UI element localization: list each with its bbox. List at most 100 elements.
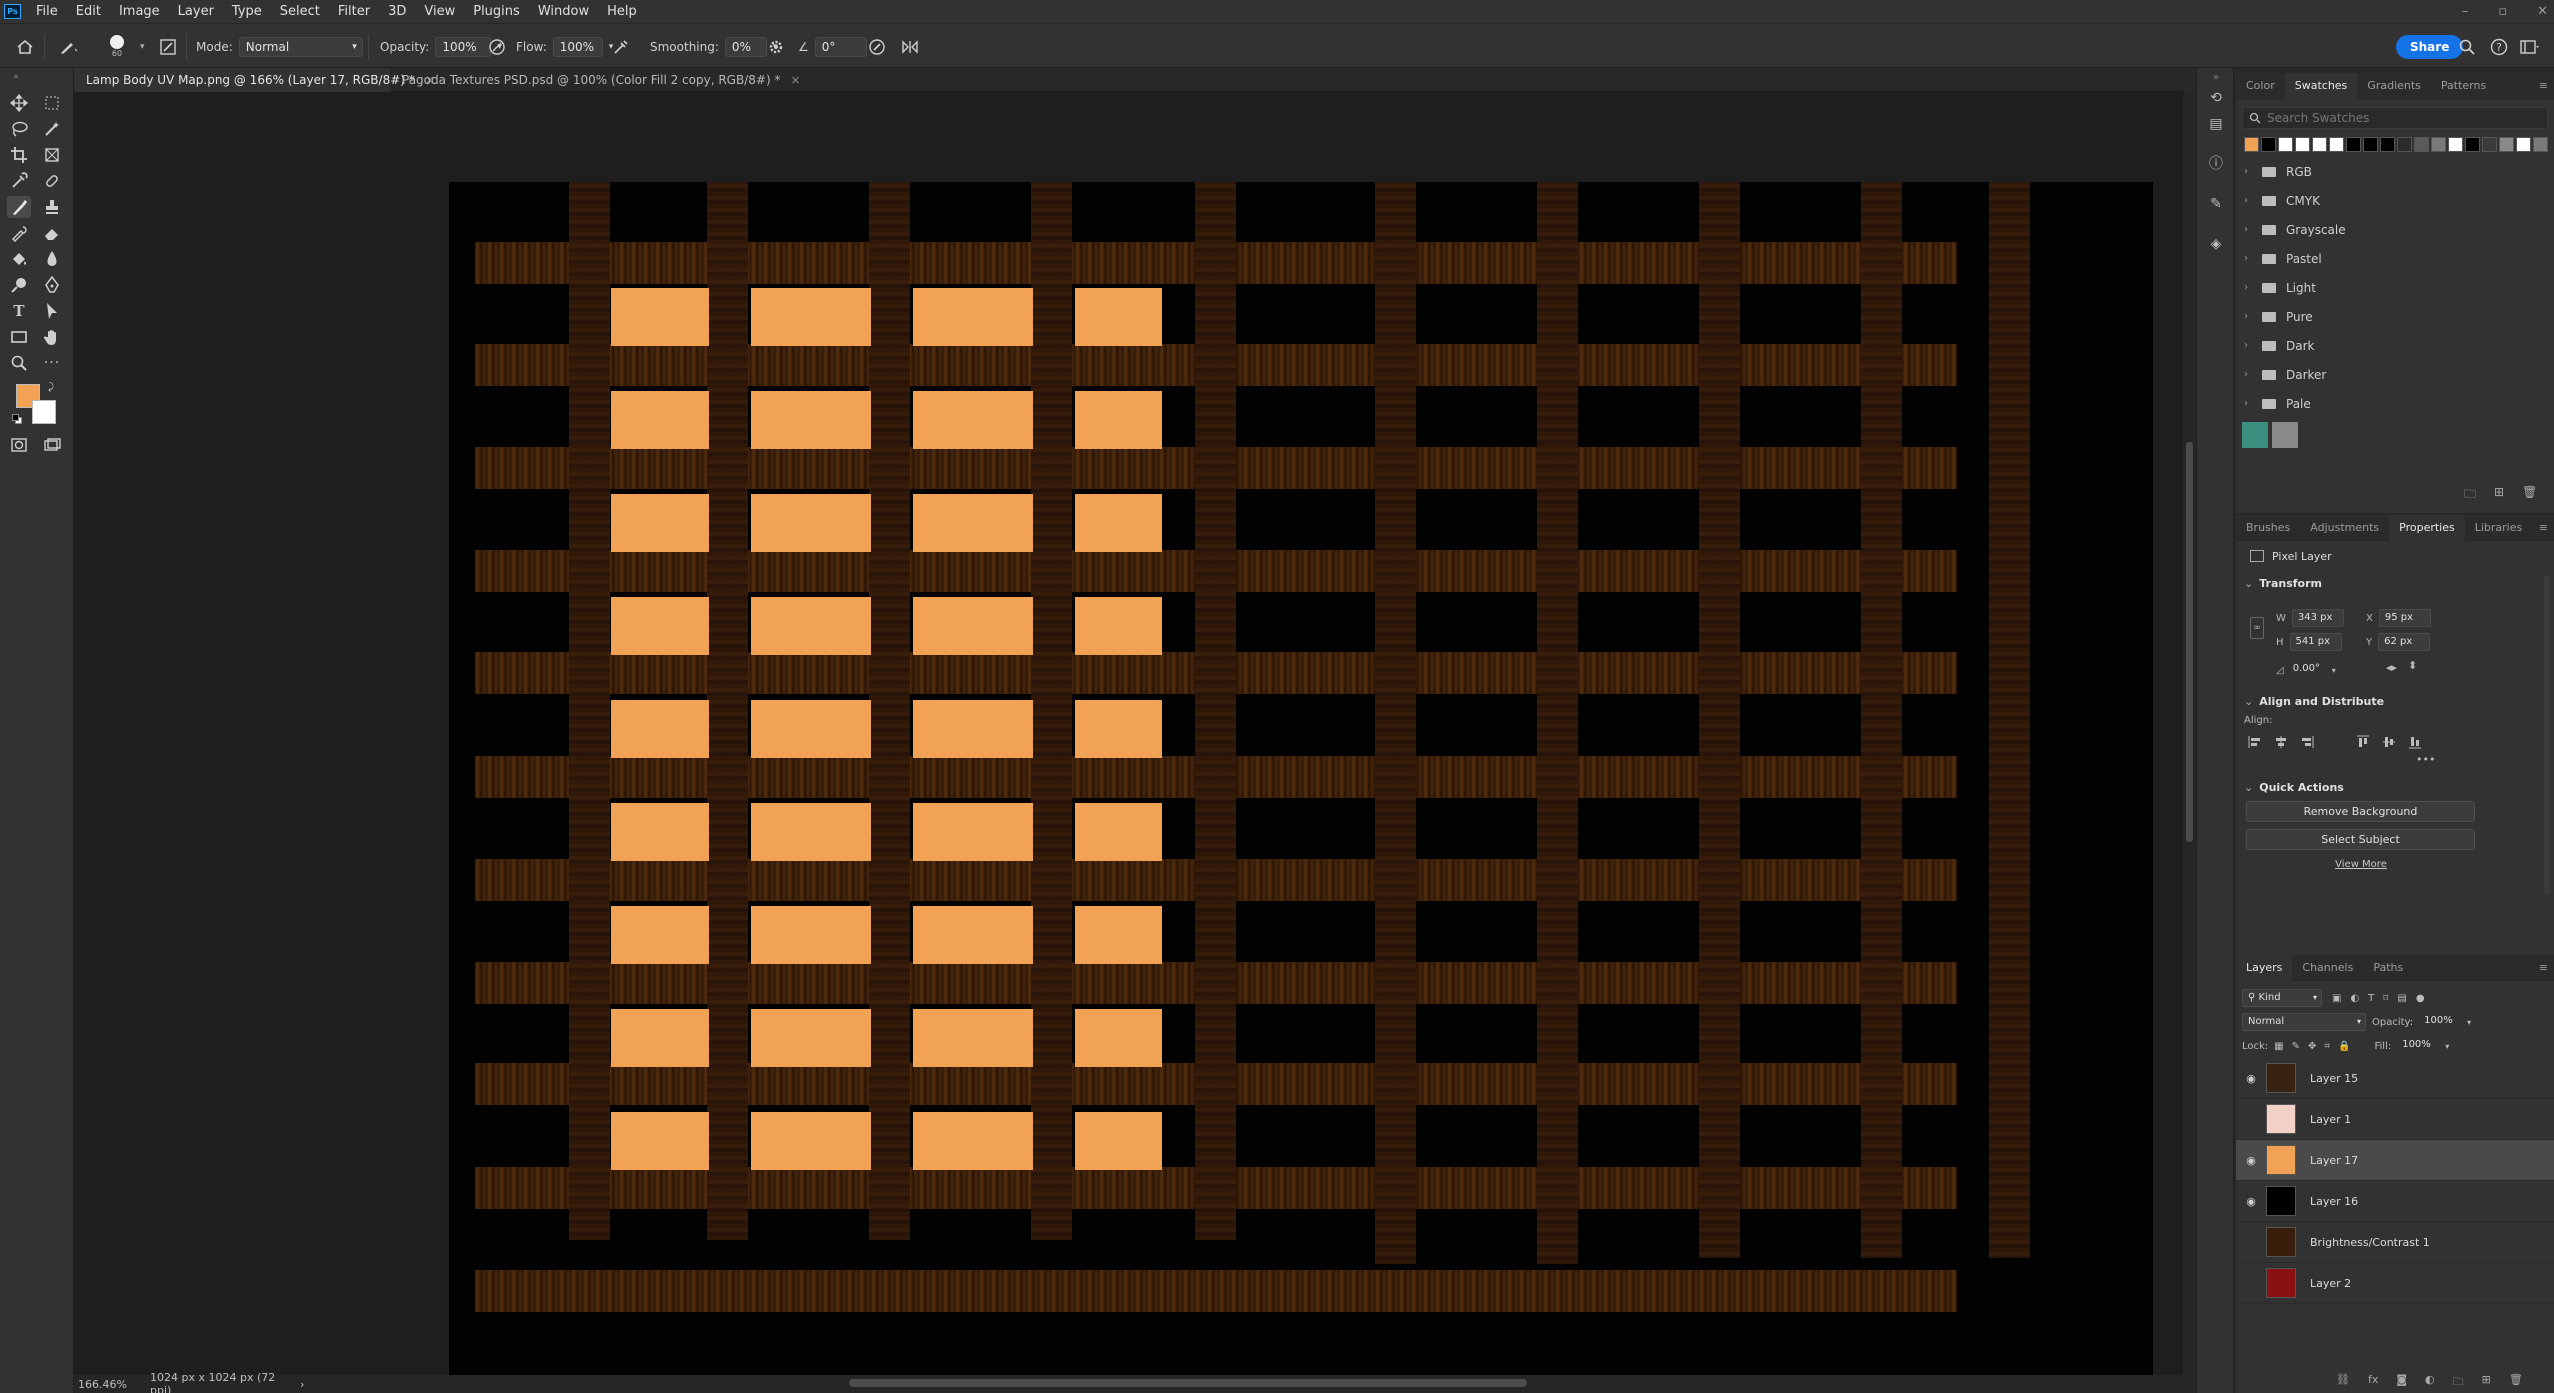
align-right-edges-icon[interactable]	[2300, 735, 2314, 749]
type-tool-icon[interactable]: T	[7, 300, 31, 322]
layer-row[interactable]: ◉ Layer 17	[2236, 1140, 2554, 1181]
recent-swatch[interactable]	[2516, 136, 2531, 152]
smoothing-input[interactable]: 0%	[724, 36, 767, 57]
eyedropper-tool-icon[interactable]	[7, 170, 31, 192]
recent-swatch[interactable]	[2465, 136, 2480, 152]
recent-swatch[interactable]	[2397, 136, 2412, 152]
swatch-folder-pure[interactable]: › Pure	[2236, 302, 2554, 331]
help-icon[interactable]: ?	[2490, 24, 2508, 69]
move-tool-icon[interactable]	[7, 92, 31, 114]
layer-name[interactable]: Brightness/Contrast 1	[2310, 1236, 2430, 1249]
tab-layers[interactable]: Layers	[2236, 954, 2293, 981]
share-button[interactable]: Share	[2396, 34, 2464, 59]
brush-settings-panel-icon[interactable]: ✎	[2206, 194, 2226, 214]
panel-menu-icon[interactable]: ≡	[2539, 961, 2548, 974]
document-canvas[interactable]	[449, 182, 2153, 1375]
paint-bucket-tool-icon[interactable]	[7, 248, 31, 270]
vertical-scrollbar[interactable]	[2183, 92, 2196, 1375]
recent-swatch[interactable]	[2380, 136, 2395, 152]
align-left-edges-icon[interactable]	[2248, 735, 2262, 749]
menu-window[interactable]: Window	[529, 0, 598, 23]
recent-swatch[interactable]	[2312, 136, 2327, 152]
tab-gradients[interactable]: Gradients	[2357, 73, 2431, 99]
layer-fill-input[interactable]: 100%	[2397, 1037, 2439, 1055]
swatch-folder-light[interactable]: › Light	[2236, 273, 2554, 302]
magic-wand-tool-icon[interactable]	[40, 118, 64, 140]
pressure-size-icon[interactable]	[868, 24, 886, 69]
layer-name[interactable]: Layer 1	[2310, 1113, 2351, 1126]
recent-swatch[interactable]	[2278, 136, 2293, 152]
align-section-header[interactable]: ⌄ Align and Distribute	[2236, 689, 2384, 713]
panel-menu-icon[interactable]: ≡	[2539, 79, 2548, 92]
horizontal-scroll-thumb[interactable]	[849, 1379, 1527, 1387]
view-more-link[interactable]: View More	[2236, 859, 2486, 870]
blur-tool-icon[interactable]	[40, 248, 64, 270]
swatch-folder-dark[interactable]: › Dark	[2236, 331, 2554, 360]
info-panel-icon[interactable]: ⓘ	[2206, 154, 2226, 174]
layer-row[interactable]: Layer 1	[2236, 1099, 2554, 1140]
quick-mask-icon[interactable]	[7, 434, 31, 456]
menu-layer[interactable]: Layer	[169, 0, 223, 23]
vertical-scroll-thumb[interactable]	[2186, 442, 2193, 842]
search-icon[interactable]	[2458, 24, 2476, 69]
align-top-edges-icon[interactable]	[2356, 735, 2370, 749]
document-workspace[interactable]	[74, 92, 2183, 1375]
link-layers-icon[interactable]: ⛓	[2336, 1373, 2350, 1392]
layer-row[interactable]: ◉ Layer 15	[2236, 1058, 2554, 1099]
mode-select[interactable]: Normal ▾	[238, 36, 363, 57]
layer-filter-icons[interactable]: ▣◐T⌑▤●	[2332, 993, 2434, 1004]
y-position-input[interactable]: 62 px	[2378, 633, 2431, 651]
recent-swatch[interactable]	[2482, 136, 2497, 152]
brush-angle-input[interactable]: 0°	[814, 36, 867, 57]
recent-swatch[interactable]	[2431, 136, 2446, 152]
brush-size-picker[interactable]: 60	[110, 24, 124, 69]
recent-swatch[interactable]	[2329, 136, 2344, 152]
tab-paths[interactable]: Paths	[2363, 955, 2413, 981]
add-layer-style-icon[interactable]: fx	[2368, 1373, 2378, 1392]
airbrush-icon[interactable]	[612, 24, 630, 69]
lasso-tool-icon[interactable]	[7, 118, 31, 140]
menu-filter[interactable]: Filter	[329, 0, 379, 23]
menu-edit[interactable]: Edit	[67, 0, 110, 23]
menu-view[interactable]: View	[415, 0, 464, 23]
add-mask-icon[interactable]: ◙	[2396, 1373, 2407, 1392]
tab-pagoda-textures[interactable]: Pagoda Textures PSD.psd @ 100% (Color Fi…	[390, 68, 822, 92]
3d-panel-icon[interactable]: ◈	[2206, 234, 2226, 254]
new-adjustment-layer-icon[interactable]: ◐	[2425, 1373, 2435, 1392]
layer-name[interactable]: Layer 2	[2310, 1277, 2351, 1290]
tab-swatches[interactable]: Swatches	[2284, 72, 2358, 99]
tab-properties[interactable]: Properties	[2389, 514, 2465, 541]
recent-swatch[interactable]	[2499, 136, 2514, 152]
visibility-toggle[interactable]	[2236, 1113, 2266, 1126]
hand-tool-icon[interactable]	[40, 326, 64, 348]
tab-channels[interactable]: Channels	[2292, 955, 2363, 981]
menu-3d[interactable]: 3D	[379, 0, 415, 23]
rotation-input[interactable]: 0.00°	[2288, 661, 2328, 679]
remove-background-button[interactable]: Remove Background	[2246, 801, 2475, 822]
new-layer-icon[interactable]: ⊞	[2482, 1373, 2491, 1392]
swatch-folder-grayscale[interactable]: › Grayscale	[2236, 215, 2554, 244]
brush-tool-preset-icon[interactable]	[58, 24, 80, 69]
delete-swatch-icon[interactable]: 🗑	[2522, 485, 2537, 506]
lock-options-icons[interactable]: ▦✎✥⌗🔒	[2274, 1041, 2358, 1052]
crop-tool-icon[interactable]	[7, 144, 31, 166]
chevron-down-icon[interactable]: ▾	[2332, 666, 2336, 675]
search-swatches-field[interactable]	[2242, 107, 2548, 129]
recent-swatch[interactable]	[2533, 136, 2548, 152]
layer-name[interactable]: Layer 17	[2310, 1154, 2358, 1167]
marquee-tool-icon[interactable]	[40, 92, 64, 114]
new-group-folder-icon[interactable]: 🗀	[2464, 485, 2476, 506]
opacity-input[interactable]: 100%	[435, 36, 492, 57]
panel-menu-icon[interactable]: ≡	[2539, 521, 2548, 534]
zoom-level[interactable]: 166.46%	[74, 1378, 127, 1391]
layer-row[interactable]: Layer 2	[2236, 1263, 2554, 1304]
align-bottom-edges-icon[interactable]	[2408, 735, 2422, 749]
tab-adjustments[interactable]: Adjustments	[2300, 515, 2389, 541]
new-group-icon[interactable]: 🗀	[2453, 1373, 2464, 1392]
swap-colors-icon[interactable]: ⤸	[48, 382, 54, 393]
properties-scrollbar[interactable]	[2544, 575, 2550, 895]
zoom-tool-icon[interactable]	[7, 352, 31, 374]
layer-row[interactable]: ◉ Layer 16	[2236, 1181, 2554, 1222]
path-selection-tool-icon[interactable]	[40, 300, 64, 322]
tab-color[interactable]: Color	[2236, 73, 2285, 99]
